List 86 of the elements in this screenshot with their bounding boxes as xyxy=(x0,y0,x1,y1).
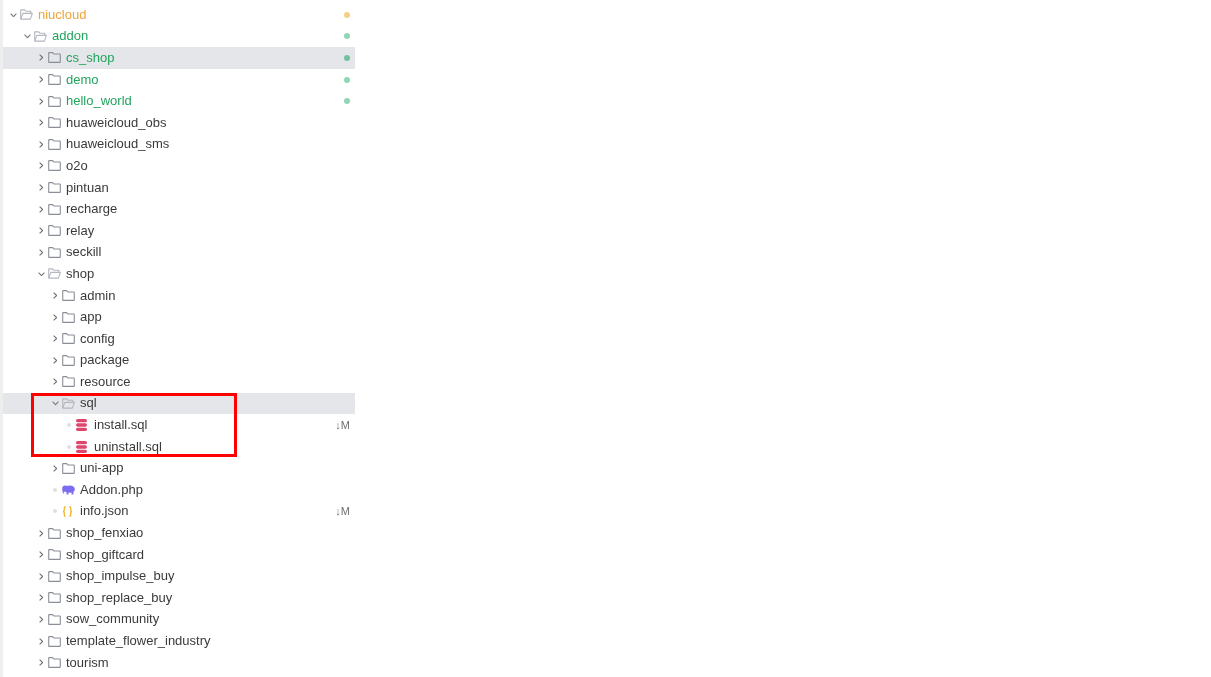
chevron-right-icon[interactable] xyxy=(38,659,44,667)
git-status-text: ↓M xyxy=(335,504,350,519)
open-folder-icon xyxy=(20,9,33,21)
chevron-right-icon[interactable] xyxy=(38,184,44,192)
tree-item[interactable]: package xyxy=(3,349,355,372)
chevron-right-icon[interactable] xyxy=(38,205,44,213)
chevron-right-icon[interactable] xyxy=(38,248,44,256)
tree-item[interactable]: huaweicloud_obs xyxy=(3,111,355,134)
folder-icon xyxy=(48,52,61,64)
tree-item[interactable]: relay xyxy=(3,219,355,242)
database-icon xyxy=(76,440,87,453)
folder-icon xyxy=(48,74,61,86)
chevron-down-icon[interactable] xyxy=(51,401,59,406)
chevron-down-icon[interactable] xyxy=(9,12,17,18)
open-folder-icon xyxy=(34,30,47,42)
chevron-right-icon[interactable] xyxy=(38,594,44,602)
tree-item[interactable]: uninstall.sql xyxy=(3,435,355,458)
folder-icon xyxy=(62,333,75,345)
chevron-right-icon[interactable] xyxy=(38,637,44,645)
database-icon xyxy=(76,419,87,432)
chevron-right-icon[interactable] xyxy=(38,551,44,559)
tree-item[interactable]: Addon.php xyxy=(3,479,355,501)
chevron-right-icon[interactable] xyxy=(38,615,44,623)
tree-item[interactable]: shop_replace_buy xyxy=(3,587,355,609)
git-status-text: ↓M xyxy=(335,418,350,433)
folder-icon xyxy=(48,592,61,604)
folder-icon xyxy=(48,635,61,647)
open-folder-icon xyxy=(48,268,61,280)
tree-item[interactable]: template_flower_industry xyxy=(3,630,355,652)
folder-icon xyxy=(48,95,61,107)
folder-icon xyxy=(48,203,61,215)
folder-icon xyxy=(62,376,75,388)
chevron-right-icon[interactable] xyxy=(52,378,58,386)
tree-item[interactable]: admin xyxy=(3,284,355,307)
chevron-down-icon[interactable] xyxy=(23,34,31,39)
folder-icon xyxy=(48,138,61,150)
tree-item[interactable]: uni-app xyxy=(3,457,355,480)
chevron-right-icon[interactable] xyxy=(38,119,44,127)
folder-icon xyxy=(62,354,75,366)
tree-item[interactable]: tourism xyxy=(3,651,355,674)
chevron-right-icon[interactable] xyxy=(52,313,58,321)
tree-item[interactable]: config xyxy=(3,327,355,350)
folder-icon xyxy=(48,657,61,669)
tree-item[interactable]: recharge xyxy=(3,198,355,220)
tree-item[interactable]: shop xyxy=(3,263,355,285)
tree-item[interactable]: o2o xyxy=(3,155,355,177)
folder-icon xyxy=(48,246,61,258)
chevron-right-icon[interactable] xyxy=(38,227,44,235)
tree-item[interactable]: seckill xyxy=(3,241,355,264)
tree-item[interactable]: shop_giftcard xyxy=(3,543,355,566)
tree-item[interactable]: resource xyxy=(3,371,355,393)
folder-icon xyxy=(48,570,61,582)
folder-icon xyxy=(48,613,61,625)
chevron-right-icon[interactable] xyxy=(38,97,44,105)
folder-icon xyxy=(48,160,61,172)
chevron-right-icon[interactable] xyxy=(38,162,44,170)
chevron-right-icon[interactable] xyxy=(38,572,44,580)
folder-icon xyxy=(48,117,61,129)
folder-icon xyxy=(48,225,61,237)
tree-item[interactable]: info.json ↓M xyxy=(3,500,355,523)
tree-item[interactable]: pintuan xyxy=(3,176,355,199)
braces-icon xyxy=(62,505,73,517)
chevron-right-icon[interactable] xyxy=(52,464,58,472)
tree-item[interactable]: shop_impulse_buy xyxy=(3,565,355,588)
tree-item[interactable]: install.sql ↓M xyxy=(3,414,355,436)
chevron-right-icon[interactable] xyxy=(38,54,44,62)
chevron-right-icon[interactable] xyxy=(52,356,58,364)
folder-icon xyxy=(62,290,75,301)
chevron-right-icon[interactable] xyxy=(52,335,58,343)
open-folder-icon xyxy=(62,398,75,409)
tree-item[interactable]: huaweicloud_sms xyxy=(3,133,355,156)
chevron-down-icon[interactable] xyxy=(37,271,45,277)
folder-icon xyxy=(48,527,61,539)
tree-item[interactable]: sql xyxy=(3,392,355,415)
folder-icon xyxy=(48,549,61,561)
chevron-right-icon[interactable] xyxy=(52,292,58,299)
tree-item[interactable]: sow_community xyxy=(3,608,355,631)
chevron-right-icon[interactable] xyxy=(38,529,44,537)
chevron-right-icon[interactable] xyxy=(38,76,44,84)
folder-icon xyxy=(62,462,75,474)
tree-item[interactable]: app xyxy=(3,306,355,328)
chevron-right-icon[interactable] xyxy=(38,140,44,148)
elephant-icon xyxy=(62,485,75,495)
folder-icon xyxy=(48,182,61,194)
folder-icon xyxy=(62,311,75,323)
tree-item[interactable]: shop_fenxiao xyxy=(3,522,355,544)
